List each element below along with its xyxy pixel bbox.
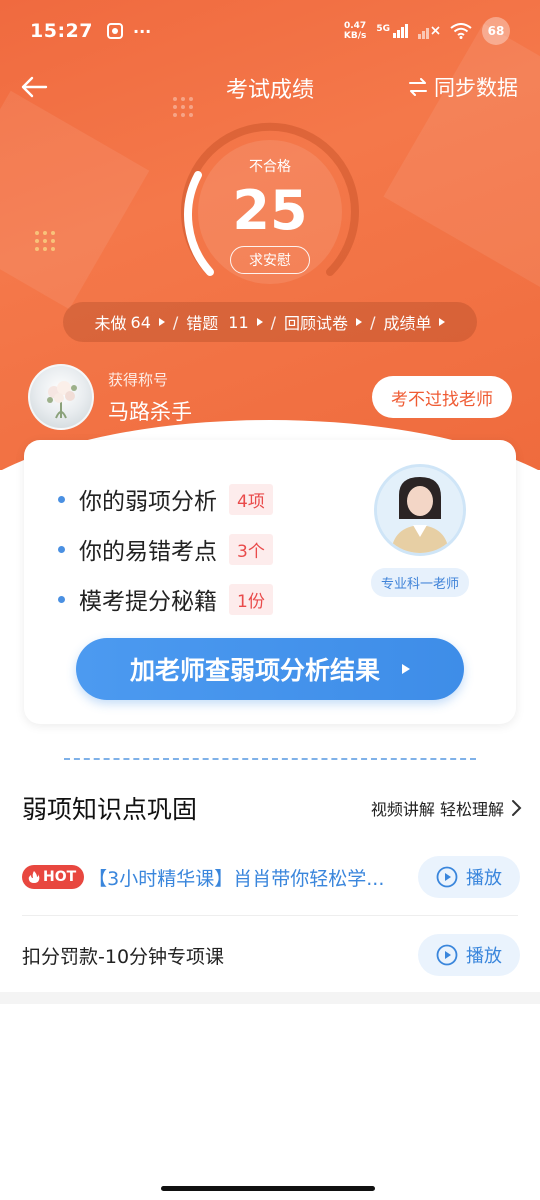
nav-bar: 考试成绩 同步数据 [0,62,540,112]
status-time: 15:27 [30,20,93,42]
hot-label: HOT [43,869,77,885]
signal-5g-icon: 5G [376,24,408,38]
profile-text: 获得称号 马路杀手 [108,369,192,426]
review-paper-link[interactable]: 回顾试卷 [284,310,363,334]
lesson-title: 扣分罚款-10分钟专项课 [22,945,225,968]
lesson-title: 【3小时精华课】肖肖带你轻松学... [88,867,385,890]
undone-count: 64 [130,312,151,332]
comfort-button[interactable]: 求安慰 [230,246,310,274]
video-explain-label: 视频讲解 轻松理解 [370,800,504,819]
teacher-avatar [374,464,466,556]
arrow-right-icon [158,318,165,326]
report-label: 成绩单 [383,314,432,333]
section-title: 弱项知识点巩固 [22,795,198,824]
find-teacher-button[interactable]: 考不过找老师 [372,376,512,418]
play-label: 播放 [466,868,502,889]
status-bar: 15:27 ··· 0.47 KB/s 5G 68 [0,0,540,62]
analysis-badge: 3个 [229,533,273,565]
wrong-label: 错题 [186,314,219,333]
sync-data-label: 同步数据 [434,76,518,100]
report-card-link[interactable]: 成绩单 [383,310,446,334]
review-label: 回顾试卷 [284,314,349,333]
analysis-label: 你的易错考点 [79,539,217,565]
status-left-icons: ··· [106,21,152,41]
signal-off-icon [418,26,440,39]
title-label: 获得称号 [108,370,169,389]
app-notification-icon [106,23,123,39]
analysis-label: 模考提分秘籍 [79,589,217,615]
decor-shape [0,90,150,310]
arrow-right-icon [439,318,446,326]
decor-dots [35,231,55,251]
teacher-profile[interactable]: 专业科一老师 [366,464,474,597]
arrow-right-icon [256,318,263,326]
net-speed: 0.47 KB/s [344,21,366,41]
stats-bar: 未做 64 / 错题 11 / 回顾试卷 / 成绩单 [63,302,477,342]
bullet-dot [58,495,65,503]
play-button[interactable]: 播放 [418,856,520,898]
chevron-right-icon [512,800,522,816]
undone-link[interactable]: 未做 64 [95,310,165,334]
lesson-row[interactable]: HOT 【3小时精华课】肖肖带你轻松学... 播放 [22,846,520,908]
undone-label: 未做 [94,314,127,333]
more-dots: ··· [132,21,152,41]
add-teacher-label: 加老师查弱项分析结果 [129,656,380,685]
wrong-count: 11 [228,312,249,332]
sync-data-button[interactable]: 同步数据 [408,72,518,102]
bullet-dot [58,545,65,553]
dashed-divider [64,758,476,760]
profile: 获得称号 马路杀手 [28,364,192,430]
wrong-questions-link[interactable]: 错题 11 [186,310,263,334]
title-value: 马路杀手 [108,399,192,424]
arrow-right-icon [356,318,363,326]
separator: / [370,312,376,332]
section-separator [0,992,540,1004]
teacher-portrait-icon [377,467,463,553]
fire-icon [28,871,40,883]
bullet-dot [58,595,65,603]
wifi-icon [450,23,472,39]
hot-badge: HOT [22,865,85,889]
play-icon [436,866,458,888]
score-value: 25 [232,179,308,242]
section-header: 弱项知识点巩固 视频讲解 轻松理解 [22,788,522,828]
analysis-item: 你的弱项分析 4项 [58,474,273,524]
lesson-row[interactable]: 扣分罚款-10分钟专项课 播放 [22,924,520,986]
analysis-badge: 1份 [229,583,273,615]
separator: / [172,312,179,332]
analysis-label: 你的弱项分析 [79,489,217,515]
home-indicator[interactable] [161,1186,375,1191]
analysis-badge: 4项 [229,483,273,515]
net-speed-unit: KB/s [343,31,367,41]
flower-avatar-icon [47,381,77,419]
battery-icon: 68 [482,17,510,45]
analysis-item: 你的易错考点 3个 [58,524,273,574]
video-explain-link[interactable]: 视频讲解 轻松理解 [371,796,522,820]
play-icon [436,944,458,966]
separator: / [270,312,277,332]
battery-level: 68 [487,24,505,38]
analysis-card: 你的弱项分析 4项 你的易错考点 3个 模考提分秘籍 1份 专业科一老师 加老师… [24,440,516,724]
network-type: 5G [376,24,390,34]
add-teacher-button[interactable]: 加老师查弱项分析结果 [76,638,464,700]
play-button[interactable]: 播放 [418,934,520,976]
sync-icon [409,78,427,96]
status-right: 0.47 KB/s 5G 68 [344,17,510,45]
avatar[interactable] [28,364,94,430]
net-speed-value: 0.47 [343,21,367,31]
arrow-right-icon [402,664,410,674]
row-divider [22,915,518,916]
score-status: 不合格 [249,159,291,175]
analysis-item: 模考提分秘籍 1份 [58,574,273,624]
analysis-list: 你的弱项分析 4项 你的易错考点 3个 模考提分秘籍 1份 [58,474,273,624]
score-gauge: 不合格 25 求安慰 [170,112,370,287]
play-label: 播放 [466,946,502,967]
teacher-tag: 专业科一老师 [370,568,469,597]
